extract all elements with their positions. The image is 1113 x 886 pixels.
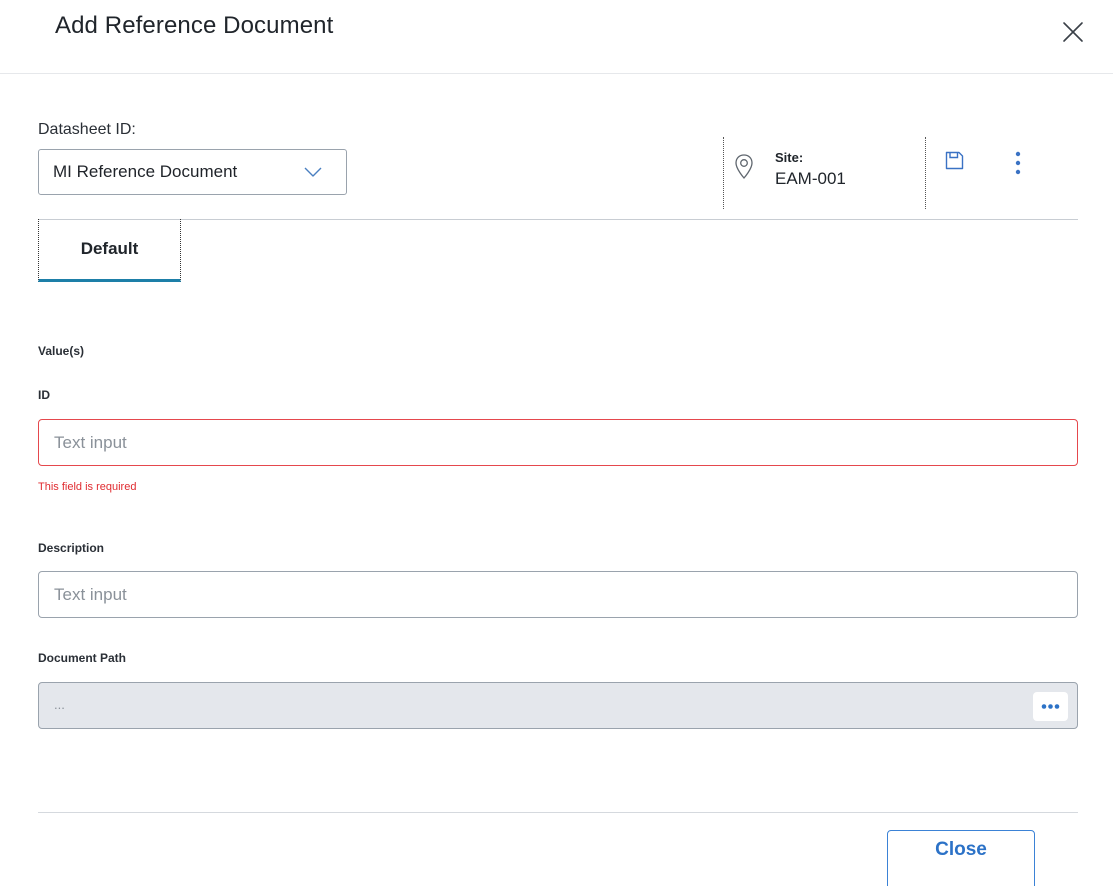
id-field-label: ID (38, 388, 50, 402)
add-reference-document-dialog: Add Reference Document Datasheet ID: MI … (0, 0, 1113, 886)
description-input[interactable] (38, 571, 1078, 618)
document-path-field: ... (38, 682, 1078, 729)
toolbar-divider (925, 137, 926, 209)
close-button[interactable]: Close (887, 830, 1035, 886)
tab-default-label: Default (80, 239, 139, 258)
document-path-value: ... (54, 697, 65, 712)
tabs-divider (38, 219, 1078, 220)
datasheet-id-select[interactable]: MI Reference Document (38, 149, 347, 195)
dialog-header: Add Reference Document (0, 0, 1113, 74)
chevron-down-icon (303, 165, 323, 179)
values-section-label: Value(s) (38, 344, 85, 358)
document-path-browse-button[interactable] (1033, 692, 1068, 721)
dialog-title: Add Reference Document (55, 12, 334, 39)
id-field-error: This field is required (38, 481, 137, 493)
save-icon[interactable] (945, 151, 964, 170)
more-horizontal-icon (1041, 704, 1060, 709)
datasheet-id-selected-value: MI Reference Document (53, 162, 238, 181)
document-path-field-label: Document Path (38, 651, 127, 665)
datasheet-id-label: Datasheet ID: (38, 121, 136, 138)
more-vertical-icon[interactable] (1009, 151, 1027, 175)
footer-divider (38, 812, 1078, 813)
id-input[interactable] (38, 419, 1078, 466)
map-pin-icon (734, 153, 754, 181)
toolbar-divider (723, 137, 724, 209)
tab-default[interactable]: Default (38, 219, 181, 282)
description-field-label: Description (38, 541, 105, 555)
close-x-icon[interactable] (1061, 20, 1085, 44)
site-value: EAM-001 (775, 169, 846, 188)
site-label: Site: (775, 150, 804, 165)
